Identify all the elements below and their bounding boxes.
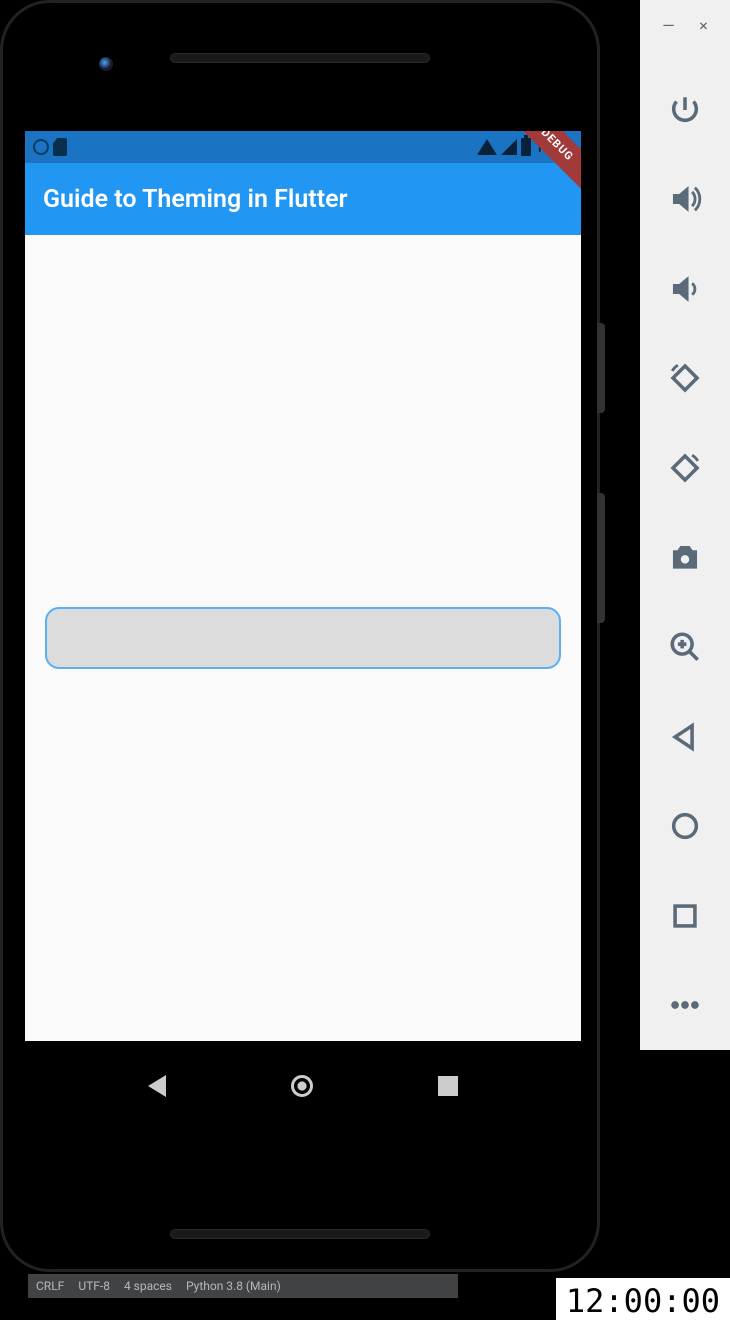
camera-icon: [668, 541, 702, 575]
physical-volume-rocker[interactable]: [597, 493, 605, 623]
indent-indicator[interactable]: 4 spaces: [124, 1279, 172, 1293]
rotate-right-button[interactable]: [662, 445, 708, 491]
minimize-button[interactable]: —: [662, 16, 675, 35]
screenshot-button[interactable]: [662, 535, 708, 581]
bottom-speaker: [170, 1229, 430, 1239]
more-button[interactable]: [662, 982, 708, 1028]
nav-recent-button[interactable]: [438, 1076, 458, 1096]
overview-button[interactable]: [662, 893, 708, 939]
volume-down-button[interactable]: [662, 266, 708, 312]
emulator-sidebar: — ×: [640, 0, 730, 1050]
interpreter-indicator[interactable]: Python 3.8 (Main): [186, 1279, 281, 1293]
android-status-bar: 10:35: [25, 131, 581, 163]
power-icon: [668, 93, 702, 127]
home-button[interactable]: [662, 803, 708, 849]
physical-power-button[interactable]: [597, 323, 605, 413]
sim-icon: [53, 138, 67, 156]
signal-icon: [501, 139, 517, 155]
rotate-left-button[interactable]: [662, 356, 708, 402]
line-ending-indicator[interactable]: CRLF: [36, 1279, 64, 1293]
app-bar-title: Guide to Theming in Flutter: [43, 185, 348, 214]
ide-status-bar[interactable]: CRLF UTF-8 4 spaces Python 3.8 (Main): [28, 1274, 458, 1298]
rotate-right-icon: [668, 451, 702, 485]
volume-up-button[interactable]: [662, 177, 708, 223]
nav-back-button[interactable]: [148, 1075, 166, 1097]
volume-up-icon: [668, 182, 702, 216]
app-bar: Guide to Theming in Flutter DEBUG: [25, 163, 581, 235]
time-overlay: 12:00:00: [556, 1278, 730, 1320]
themed-button[interactable]: [45, 607, 561, 669]
back-button[interactable]: [662, 714, 708, 760]
overview-square-icon: [668, 899, 702, 933]
window-controls: — ×: [640, 10, 730, 65]
phone-frame: 10:35 Guide to Theming in Flutter DEBUG: [0, 0, 600, 1272]
more-horizontal-icon: [668, 988, 702, 1022]
power-button[interactable]: [662, 87, 708, 133]
rotate-left-icon: [668, 361, 702, 395]
android-navigation-bar: [25, 1041, 581, 1131]
encoding-indicator[interactable]: UTF-8: [78, 1279, 110, 1293]
battery-icon: [521, 138, 531, 156]
back-triangle-icon: [668, 720, 702, 754]
home-circle-icon: [668, 809, 702, 843]
close-button[interactable]: ×: [699, 16, 708, 35]
front-camera: [99, 57, 113, 71]
volume-down-icon: [668, 272, 702, 306]
phone-screen: 10:35 Guide to Theming in Flutter DEBUG: [25, 131, 581, 1131]
device-bezel-top: [3, 3, 597, 131]
app-body: [25, 235, 581, 1041]
zoom-in-icon: [668, 630, 702, 664]
zoom-button[interactable]: [662, 624, 708, 670]
wifi-icon: [477, 139, 497, 155]
nav-home-button[interactable]: [291, 1075, 313, 1097]
earpiece-speaker: [170, 53, 430, 63]
notification-icon: [33, 139, 49, 155]
